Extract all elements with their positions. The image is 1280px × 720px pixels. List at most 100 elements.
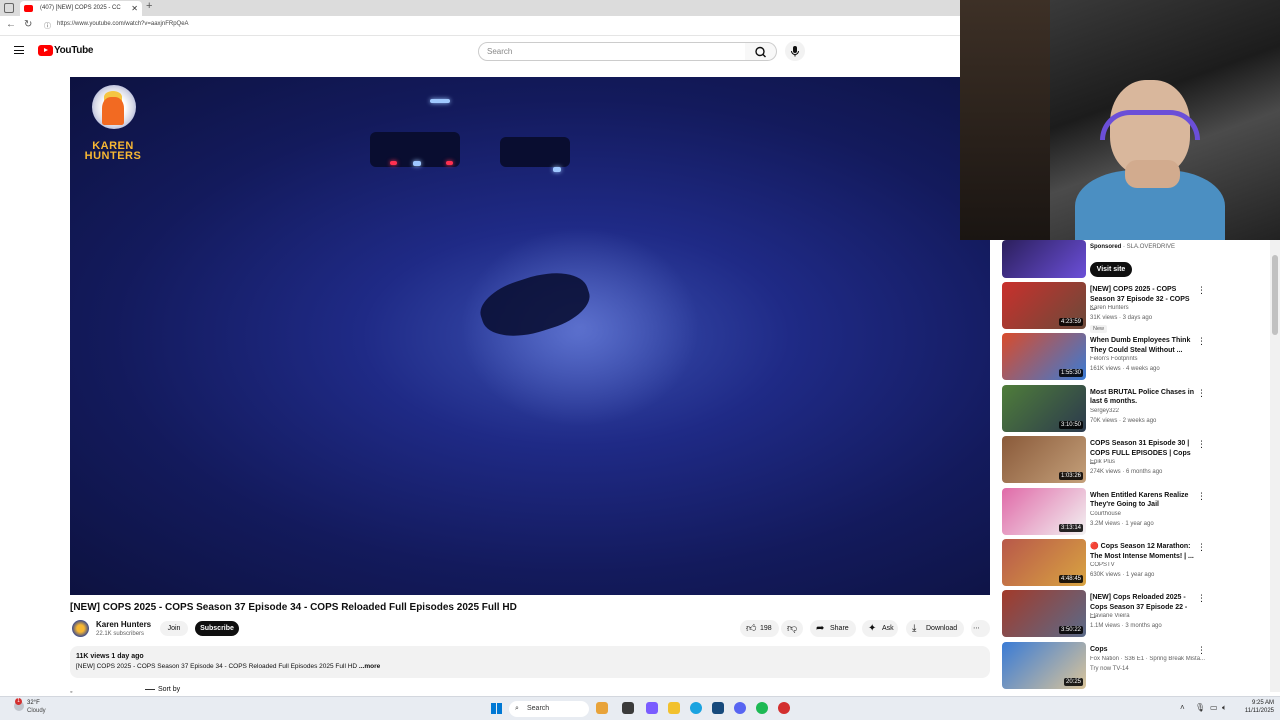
voice-search-button[interactable] <box>785 41 805 61</box>
refresh-icon[interactable]: ↻ <box>24 19 32 30</box>
more-vertical-icon[interactable]: ⋮ <box>1197 336 1206 347</box>
search-input[interactable]: Search <box>478 42 746 61</box>
recommended-meta: 161K views · 4 weeks ago <box>1090 366 1160 373</box>
microphone-icon <box>791 46 799 57</box>
recommended-video[interactable]: 1:03:26 COPS Season 31 Episode 30 | COPS … <box>1002 436 1272 486</box>
browser-tab[interactable]: (407) [NEW] COPS 2025 - CC ✕ <box>20 1 142 16</box>
clock-time[interactable]: 9:25 AM <box>1238 700 1274 706</box>
task-view-icon[interactable] <box>622 702 634 714</box>
more-vertical-icon[interactable]: ⋮ <box>1197 439 1206 450</box>
recommended-video[interactable]: 4:23:59 [NEW] COPS 2025 - COPS Season 37 … <box>1002 282 1272 333</box>
recommended-channel[interactable]: Flaviane Vieira <box>1090 613 1210 619</box>
recommended-video[interactable]: 3:13:14 When Entitled Karens Realize They… <box>1002 487 1272 538</box>
recommended-title[interactable]: Cops <box>1090 645 1195 655</box>
recommended-title[interactable]: 🔴 Cops Season 12 Marathon: The Most Inte… <box>1090 542 1195 561</box>
ask-label: Ask <box>882 625 894 632</box>
video-thumbnail[interactable]: 4:48:45 <box>1002 539 1086 586</box>
channel-name[interactable]: Karen Hunters <box>96 620 151 629</box>
video-thumbnail[interactable]: 1:03:26 <box>1002 436 1086 484</box>
channel-avatar[interactable] <box>72 620 89 637</box>
scrollbar-thumb[interactable] <box>1272 255 1278 335</box>
browser-tab-bar: (407) [NEW] COPS 2025 - CC ✕ + <box>0 0 960 16</box>
tray-volume-icon[interactable]: 🔈︎ <box>1222 703 1227 713</box>
taskbar-search[interactable]: ⌕ Search <box>509 701 589 717</box>
video-player[interactable]: KAREN HUNTERS <box>70 77 990 595</box>
recommended-video[interactable]: 3:10:50 Most BRUTAL Police Chases in last… <box>1002 384 1272 435</box>
tray-chevron-icon[interactable]: ˄ <box>1180 703 1185 712</box>
recommended-video[interactable]: 3:50:22 [NEW] Cops Reloaded 2025 - Cops S… <box>1002 590 1272 640</box>
more-vertical-icon[interactable]: ⋮ <box>1197 285 1206 296</box>
back-icon[interactable]: ← <box>6 19 16 30</box>
video-thumbnail[interactable]: 3:10:50 <box>1002 384 1086 432</box>
store-icon[interactable] <box>712 702 724 714</box>
more-actions-button[interactable]: ⋯ <box>971 620 990 637</box>
windows-start-icon[interactable] <box>491 703 502 714</box>
new-tab-icon[interactable]: + <box>146 0 152 12</box>
more-vertical-icon[interactable]: ⋮ <box>1197 542 1206 553</box>
taskbar-app-icon[interactable] <box>596 702 608 714</box>
show-more-link[interactable]: ...more <box>359 663 380 670</box>
recommended-channel[interactable]: Courthouse <box>1090 511 1210 517</box>
video-thumbnail[interactable]: 3:13:14 <box>1002 487 1086 535</box>
edge-browser-icon[interactable] <box>690 702 702 714</box>
watermark-text: KAREN HUNTERS <box>84 140 142 162</box>
tab-close-icon[interactable]: ✕ <box>131 1 138 16</box>
share-button[interactable]: ➦ Share <box>810 620 856 637</box>
copilot-icon[interactable] <box>646 702 658 714</box>
youtube-logo-icon[interactable] <box>38 45 53 56</box>
clock-date[interactable]: 11/11/2025 <box>1238 708 1274 714</box>
discord-icon[interactable] <box>734 702 746 714</box>
ad-thumbnail[interactable] <box>1002 240 1086 278</box>
window-menu-icon[interactable] <box>4 3 14 13</box>
site-info-icon[interactable]: ⓘ <box>44 21 51 31</box>
video-thumbnail[interactable]: 4:23:59 <box>1002 282 1086 329</box>
obs-record-icon[interactable] <box>778 702 790 714</box>
join-button[interactable]: Join <box>160 621 188 636</box>
dislike-button[interactable]: 👎︎ <box>781 620 803 637</box>
download-button[interactable]: ⤓ Download <box>906 620 964 637</box>
description-text: [NEW] COPS 2025 - COPS Season 37 Episode… <box>76 663 380 670</box>
channel-watermark[interactable]: KAREN HUNTERS <box>80 85 146 165</box>
visit-site-button[interactable]: Visit site <box>1090 262 1132 277</box>
more-vertical-icon[interactable]: ⋮ <box>1197 491 1206 502</box>
webcam-overlay <box>960 0 1280 240</box>
search-button[interactable] <box>745 42 777 61</box>
sponsored-label: Sponsored <box>1090 244 1122 250</box>
video-thumbnail[interactable]: 1:55:30 <box>1002 333 1086 381</box>
sort-by-label[interactable]: Sort by <box>158 686 180 693</box>
sidebar-scrollbar[interactable] <box>1270 240 1280 692</box>
like-button[interactable]: 👍︎ 198 <box>740 620 779 637</box>
recommended-video[interactable]: 4:48:45 🔴 Cops Season 12 Marathon: The Mo… <box>1002 539 1272 589</box>
more-vertical-icon[interactable]: ⋮ <box>1197 593 1206 604</box>
tail-light <box>390 161 397 165</box>
video-duration: 3:13:14 <box>1058 523 1083 532</box>
recommended-channel[interactable]: COPSTV <box>1090 562 1210 568</box>
recommended-title[interactable]: Most BRUTAL Police Chases in last 6 mont… <box>1090 388 1195 407</box>
recommended-channel[interactable]: Sergey322 <box>1090 408 1210 414</box>
recommended-meta: 31K views · 3 days ago <box>1090 315 1153 321</box>
more-vertical-icon[interactable]: ⋮ <box>1197 645 1206 656</box>
more-vertical-icon[interactable]: ⋮ <box>1197 388 1206 399</box>
recommended-channel[interactable]: Karen Hunters <box>1090 305 1210 311</box>
ask-button[interactable]: ✦ Ask <box>862 620 898 637</box>
recommended-title[interactable]: When Dumb Employees Think They Could Ste… <box>1090 336 1195 355</box>
description-box[interactable]: 11K views 1 day ago [NEW] COPS 2025 - CO… <box>70 646 990 678</box>
hamburger-menu-icon[interactable] <box>14 46 24 54</box>
spotify-icon[interactable] <box>756 702 768 714</box>
recommended-channel[interactable]: Felon's Footprints <box>1090 356 1210 362</box>
sparkle-icon: ✦ <box>868 623 877 634</box>
recommended-video[interactable]: 20:25 Cops Fox Nation · S36 E1 · Spring Br… <box>1002 641 1272 692</box>
recommended-channel[interactable]: Fox Nation · S36 E1 · Spring Break Mista… <box>1090 656 1210 662</box>
youtube-wordmark[interactable]: YouTube <box>54 45 94 56</box>
video-thumbnail[interactable]: 20:25 <box>1002 641 1086 689</box>
recommended-video[interactable]: 1:55:30 When Dumb Employees Think They Co… <box>1002 333 1272 383</box>
tray-network-icon[interactable]: ▭ <box>1210 703 1218 712</box>
recommended-channel[interactable]: Epik Plus <box>1090 459 1210 465</box>
tray-mic-icon[interactable]: 🎙︎ <box>1195 703 1205 712</box>
video-thumbnail[interactable]: 3:50:22 <box>1002 590 1086 638</box>
recommended-title[interactable]: When Entitled Karens Realize They're Goi… <box>1090 491 1195 510</box>
url-field[interactable]: https://www.youtube.com/watch?v=aaxjnFRp… <box>57 21 189 27</box>
sort-icon[interactable] <box>145 689 155 690</box>
subscribe-button[interactable]: Subscribe <box>195 621 239 636</box>
file-explorer-icon[interactable] <box>668 702 680 714</box>
